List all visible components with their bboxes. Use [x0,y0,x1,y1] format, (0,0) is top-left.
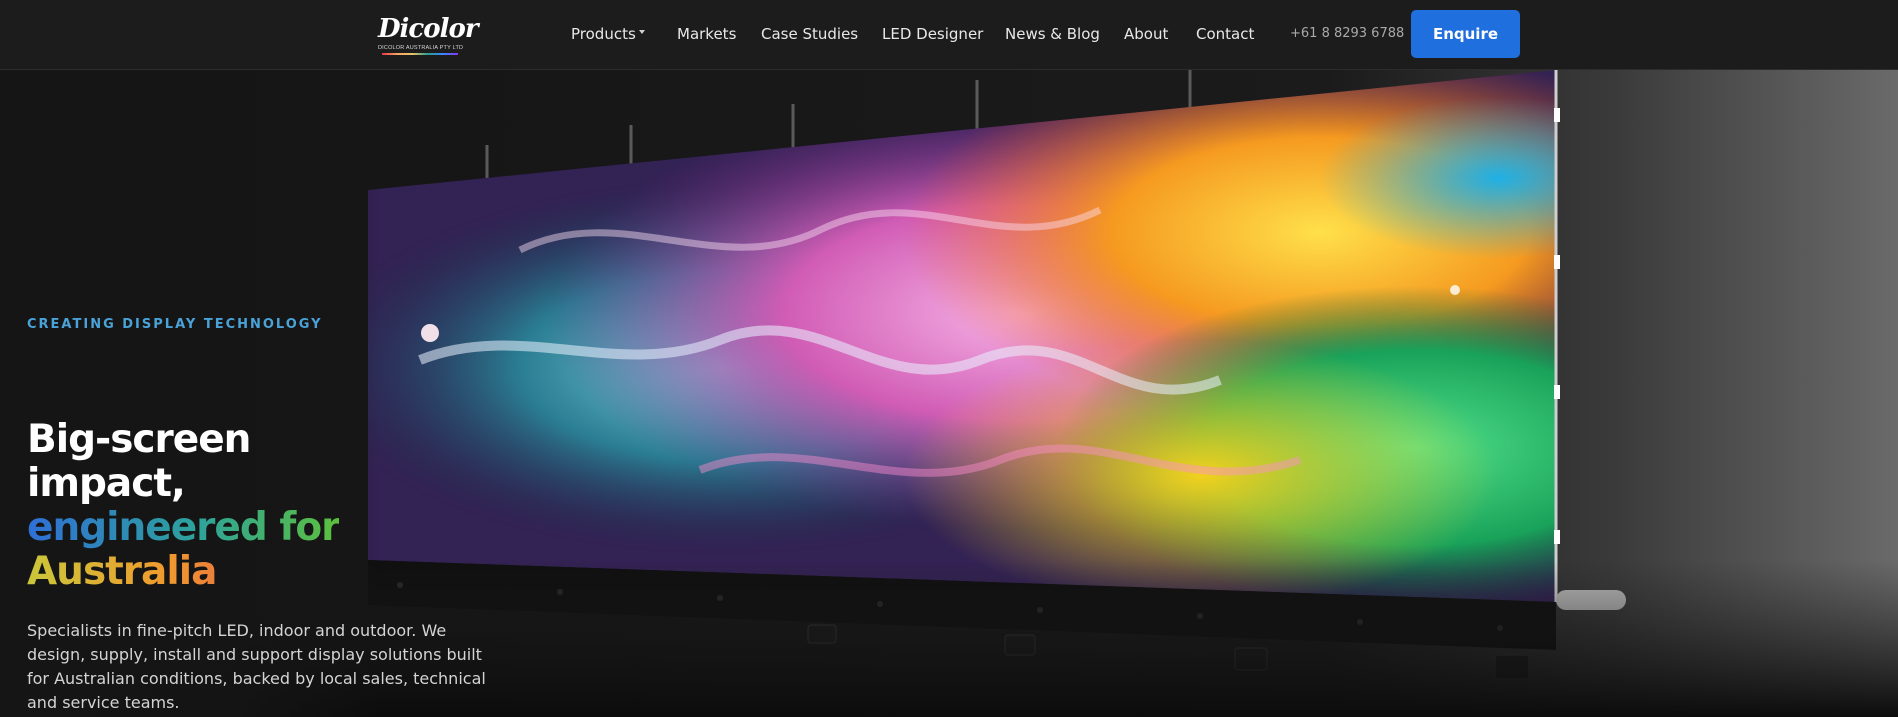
nav-item-case-studies[interactable]: Case Studies [761,24,858,44]
headline-line-4: Australia [27,550,339,594]
top-navigation: Dicolor DICOLOR AUSTRALIA PTY LTD Produc… [0,0,1898,70]
logo-color-bar [382,53,458,55]
hero-headline: Big-screen impact, engineered for Austra… [27,417,340,594]
chevron-down-icon[interactable] [639,30,645,34]
nav-item-news-blog[interactable]: News & Blog [1005,24,1100,44]
hero-description: Specialists in fine-pitch LED, indoor an… [27,621,486,712]
enquire-button[interactable]: Enquire [1411,10,1520,58]
headline-line-1: Big-screen [27,417,251,462]
nav-item-about[interactable]: About [1124,24,1168,44]
nav-item-markets[interactable]: Markets [677,24,736,44]
nav-item-contact[interactable]: Contact [1196,24,1254,44]
logo-wordmark: Dicolor [378,14,479,44]
phone-link[interactable]: +61 8 8293 6788 [1290,25,1404,43]
hero-eyebrow: CREATING DISPLAY TECHNOLOGY [27,317,323,332]
headline-line-2: impact, [27,461,186,506]
logo-subtext: DICOLOR AUSTRALIA PTY LTD [378,45,464,51]
headline-line-3: engineered for [27,505,340,550]
nav-item-led-designer[interactable]: LED Designer [882,24,983,44]
dicolor-logo[interactable]: Dicolor DICOLOR AUSTRALIA PTY LTD [378,12,479,56]
nav-item-products[interactable]: Products [571,24,636,44]
